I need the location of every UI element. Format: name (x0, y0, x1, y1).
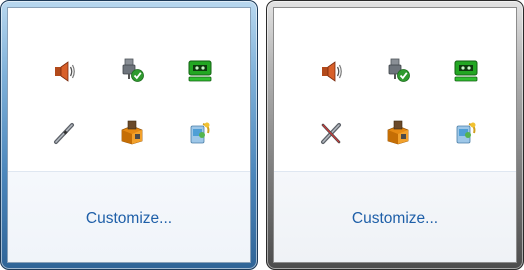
customize-link[interactable]: Customize... (274, 210, 516, 228)
tray-icon-grid (8, 8, 250, 171)
pen-tablet-icon[interactable] (51, 120, 77, 146)
pen-tablet-disabled-icon[interactable] (318, 120, 344, 146)
speaker-icon[interactable] (51, 58, 77, 84)
flyout-panel: Customize... (273, 7, 517, 263)
tray-icon-grid (274, 8, 516, 171)
usb-safe-remove-icon[interactable] (385, 57, 411, 83)
tray-overflow-flyout-blue: Customize... (0, 0, 258, 270)
network-adapter-icon[interactable] (187, 58, 213, 84)
speaker-icon[interactable] (318, 58, 344, 84)
phone-card-icon[interactable] (453, 120, 479, 146)
usb-safe-remove-icon[interactable] (119, 57, 145, 83)
flyout-footer: Customize... (8, 171, 250, 262)
software-box-icon[interactable] (385, 119, 411, 145)
phone-card-icon[interactable] (187, 120, 213, 146)
software-box-icon[interactable] (119, 119, 145, 145)
customize-link[interactable]: Customize... (8, 210, 250, 228)
flyout-footer: Customize... (274, 171, 516, 262)
tray-overflow-flyout-gray: Customize... (266, 0, 524, 270)
flyout-panel: Customize... (7, 7, 251, 263)
network-adapter-icon[interactable] (453, 58, 479, 84)
